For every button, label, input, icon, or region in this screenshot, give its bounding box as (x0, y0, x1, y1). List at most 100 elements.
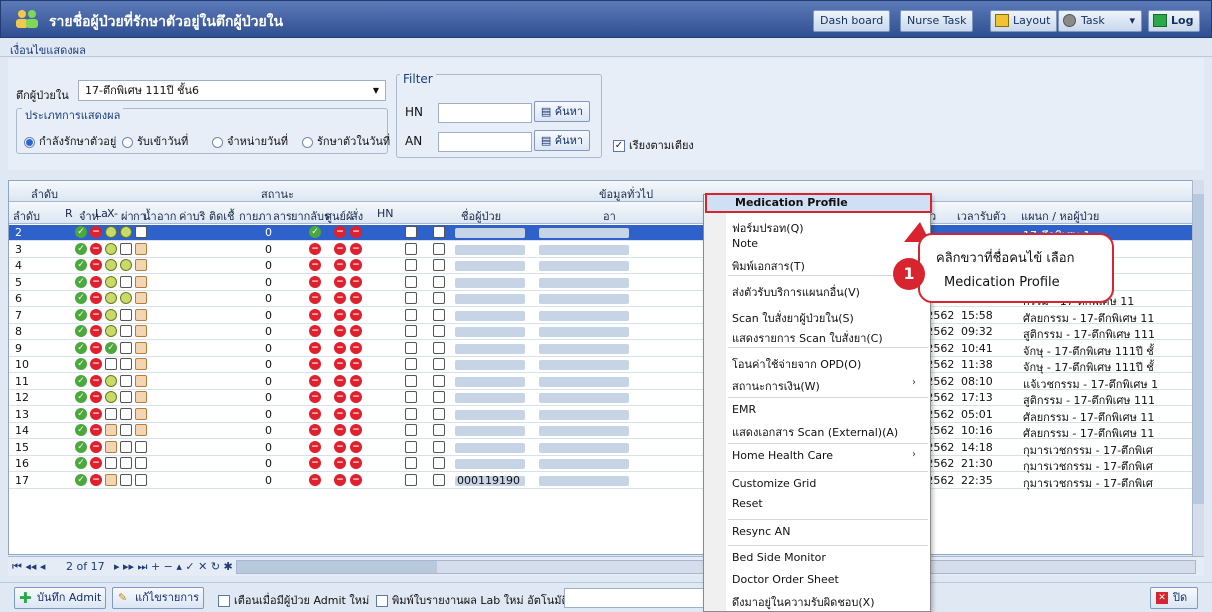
table-row[interactable]: 12✓−0−−−26/10/256217:13สูติกรรม - 17-ตึก… (9, 390, 1203, 407)
table-row[interactable]: 17✓−0−−−00011919026/10/256222:35กุมารเวช… (9, 473, 1203, 490)
layout-button[interactable]: Layout (990, 10, 1058, 32)
checkbox-icon[interactable] (433, 341, 445, 354)
checkbox-icon[interactable] (405, 424, 417, 436)
checkbox-icon[interactable] (405, 275, 417, 288)
checkbox-icon[interactable] (405, 242, 417, 255)
conditions-menu[interactable]: เงื่อนไขแสดงผล (0, 39, 1212, 57)
sort-by-bed-checkbox[interactable]: ✓ เรียงตามเตียง (613, 136, 694, 154)
checkbox-icon[interactable] (433, 325, 445, 337)
hn-input[interactable] (438, 103, 532, 123)
checkbox-icon[interactable] (433, 242, 445, 255)
context-menu-item[interactable]: พิมพ์เอกสาร(T) (732, 257, 805, 275)
checkbox-icon[interactable] (433, 292, 445, 304)
context-menu-item[interactable]: EMR (732, 403, 756, 416)
save-admit-button[interactable]: ✚ บันทึก Admit (14, 587, 107, 609)
checkbox-icon[interactable] (433, 473, 445, 486)
radio-discharge-date[interactable]: จำหน่ายวันที่ (212, 132, 288, 150)
table-row[interactable]: 15✓−0−−−28/10/256214:18กุมารเวชกรรม - 17… (9, 440, 1203, 457)
medication-profile-label[interactable]: Medication Profile (735, 196, 848, 209)
column-header[interactable]: La (95, 207, 108, 220)
checkbox-icon[interactable] (433, 391, 445, 403)
column-header[interactable]: ผ่า (121, 207, 134, 225)
print-lab-checkbox[interactable]: พิมพ์ใบรายงานผล Lab ใหม่ อัตโนมัติ (376, 591, 569, 609)
pager-first-prev-icons[interactable]: ⏮ ◂◂ ◂ (12, 560, 45, 574)
context-menu-item[interactable]: สถานะการเงิน(W) (732, 377, 820, 395)
scroll-thumb[interactable] (1193, 194, 1204, 504)
checkbox-icon[interactable] (405, 292, 417, 304)
context-menu-item[interactable]: แสดงเอกสาร Scan (External)(A) (732, 423, 898, 441)
dashboard-button[interactable]: Dash board (813, 10, 891, 32)
column-header[interactable]: แผนก / หอผู้ป่วย (1021, 207, 1099, 225)
an-input[interactable] (438, 132, 532, 152)
checkbox-icon[interactable] (433, 424, 445, 436)
checkbox-icon[interactable] (405, 407, 417, 420)
context-menu-item[interactable]: ดึงมาอยู่ในความรับผิดชอบ(X) (732, 593, 875, 611)
checkbox-icon[interactable] (433, 226, 445, 238)
radio-admit-date[interactable]: รับเข้าวันที่ (122, 132, 188, 150)
checkbox-icon[interactable] (405, 341, 417, 354)
checkbox-icon[interactable] (433, 358, 445, 370)
table-row[interactable]: 8✓−0−−−24/10/256209:32สูติกรรม - 17-ตึกพ… (9, 324, 1203, 341)
checkbox-icon[interactable] (405, 358, 417, 370)
checkbox-icon[interactable] (433, 259, 445, 271)
column-header[interactable]: HN (377, 207, 394, 220)
column-header[interactable]: ศูนย์ผั (325, 207, 352, 225)
column-header[interactable]: ชื่อผู้ป่วย (461, 207, 501, 225)
an-search-button[interactable]: ▤ ค้นหา (534, 130, 590, 151)
context-menu-item[interactable]: Customize Grid (732, 477, 816, 490)
context-menu-item[interactable]: Note (732, 237, 758, 250)
ward-select[interactable]: 17-ตึกพิเศษ 111ปี ชั้น6 ▼ (78, 80, 386, 101)
column-header[interactable]: กายภา (239, 207, 272, 225)
checkbox-icon[interactable] (405, 473, 417, 486)
column-header[interactable]: ติดเชื้ (209, 207, 235, 225)
table-row[interactable]: 14✓−0−−−27/10/256210:16ศัลยกรรม - 17-ตึก… (9, 423, 1203, 440)
column-header[interactable]: อาก (157, 207, 176, 225)
log-button[interactable]: Log (1148, 10, 1201, 32)
context-menu-item[interactable]: Scan ใบสั่งยาผู้ป่วยใน(S) (732, 309, 854, 327)
checkbox-icon[interactable] (405, 391, 417, 403)
task-dropdown[interactable]: Task ▾ (1058, 10, 1142, 32)
checkbox-icon[interactable] (433, 440, 445, 453)
table-row[interactable]: 10✓−0−−−28/10/256211:38จักษุ - 17-ตึกพิเ… (9, 357, 1203, 374)
table-row[interactable]: 11✓−0−−−27/10/256208:10แจ้เวชกรรม - 17-ต… (9, 374, 1203, 391)
context-menu-item[interactable]: โอนค่าใช้จ่ายจาก OPD(O) (732, 355, 861, 373)
notify-admit-checkbox[interactable]: เตือนเมื่อมีผู้ป่วย Admit ใหม่ (218, 591, 369, 609)
radio-admitted[interactable]: กำลังรักษาตัวอยู่ (24, 132, 116, 150)
checkbox-icon[interactable] (405, 457, 417, 469)
context-menu-item[interactable]: Resync AN (732, 525, 790, 538)
column-header[interactable]: ลำดับ (13, 207, 40, 225)
pager-next-last-icons[interactable]: ▸ ▸▸ ⏭ + − ▴ ✓ ✕ ↻ ✱ ▼ (114, 560, 245, 574)
checkbox-icon[interactable] (405, 374, 417, 387)
checkbox-icon[interactable] (433, 275, 445, 288)
checkbox-icon[interactable] (433, 457, 445, 469)
nurse-task-button[interactable]: Nurse Task (900, 10, 974, 32)
context-menu-item[interactable]: Reset (732, 497, 763, 510)
hn-search-button[interactable]: ▤ ค้นหา (534, 101, 590, 122)
checkbox-icon[interactable] (405, 259, 417, 271)
checkbox-icon[interactable] (405, 440, 417, 453)
context-menu-item[interactable]: Doctor Order Sheet (732, 573, 839, 586)
checkbox-icon[interactable] (405, 308, 417, 321)
context-menu-item[interactable]: แสดงรายการ Scan ใบสั่งยา(C) (732, 329, 883, 347)
scroll-thumb[interactable] (237, 561, 437, 573)
checkbox-icon[interactable] (433, 308, 445, 321)
column-header[interactable]: เวลารับตัว (957, 207, 1006, 225)
edit-list-button[interactable]: ✎ แก้ไขรายการ (112, 587, 205, 609)
checkbox-icon[interactable] (405, 226, 417, 238)
vertical-scrollbar[interactable] (1192, 180, 1204, 556)
column-header[interactable]: สั่ง (351, 207, 363, 225)
checkbox-icon[interactable] (433, 374, 445, 387)
printer-input[interactable] (564, 588, 704, 608)
radio-treated-date[interactable]: รักษาตัวในวันที่ (302, 132, 390, 150)
table-row[interactable]: 13✓−0−−−26/10/256205:01ศัลยกรรม - 17-ตึก… (9, 407, 1203, 424)
column-header[interactable]: ลาร (273, 207, 292, 225)
checkbox-icon[interactable] (433, 407, 445, 420)
column-header[interactable]: R (65, 207, 73, 220)
column-header[interactable]: น้ำ (143, 207, 157, 225)
context-menu-item[interactable]: ฟอร์มปรอท(Q) (732, 219, 804, 237)
table-row[interactable]: 9✓−✓0−−−28/10/256210:41จักษุ - 17-ตึกพิเ… (9, 341, 1203, 358)
close-button[interactable]: ✕ ปิด (1150, 587, 1198, 609)
column-header[interactable]: X- (107, 207, 118, 220)
context-menu-item[interactable]: Bed Side Monitor (732, 551, 826, 564)
table-row[interactable]: 16✓−0−−−28/10/256221:30กุมารเวชกรรม - 17… (9, 456, 1203, 473)
